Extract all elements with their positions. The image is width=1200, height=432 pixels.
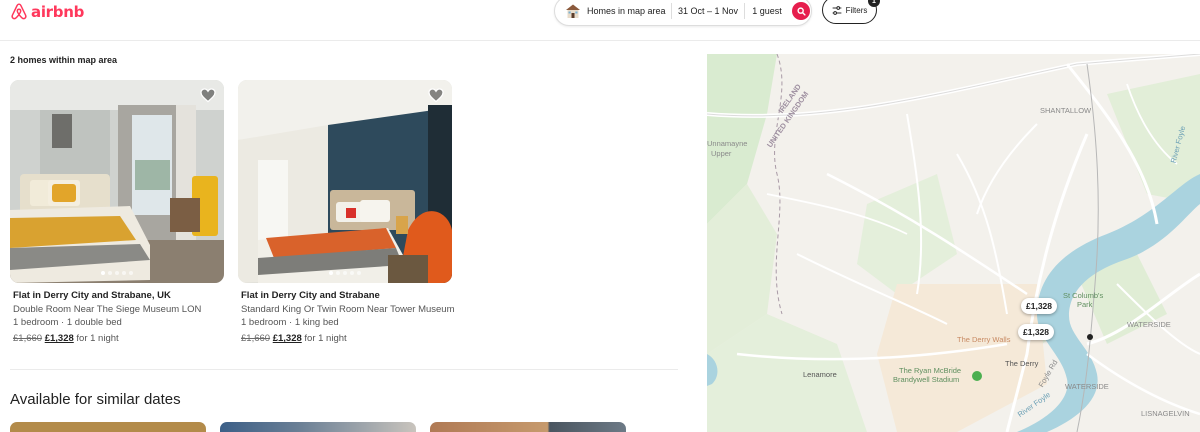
house-icon [566, 4, 580, 18]
filters-label: Filters [845, 5, 868, 15]
photo-carousel-dots[interactable] [10, 271, 224, 275]
carousel-dot[interactable] [336, 271, 340, 275]
listing-photo[interactable] [10, 80, 224, 283]
dates-text: 31 Oct – 1 Nov [677, 6, 739, 16]
listing-name: Double Room Near The Siege Museum LON [13, 304, 202, 315]
carousel-dot[interactable] [122, 271, 126, 275]
map-label-stcolumbs: St Columb's [1063, 291, 1104, 300]
map-label-lisnagelvin: LISNAGELVIN [1141, 409, 1190, 418]
map-panel[interactable]: IRELAND UNITED KINGDOM Unnamayne Upper S… [707, 54, 1200, 432]
discounted-price: £1,328 [44, 333, 74, 344]
brand-name: airbnb [31, 2, 85, 21]
carousel-dot[interactable] [115, 271, 119, 275]
similar-listing-thumbnail[interactable] [10, 422, 206, 432]
similar-listing-thumbnail[interactable] [430, 422, 626, 432]
results-count: 2 homes within map area [10, 55, 118, 65]
listing-card[interactable]: Flat in Derry City and Strabane, UK Doub… [10, 80, 224, 344]
map-label-waterside-2: WATERSIDE [1065, 382, 1109, 391]
original-price: £1,660 [241, 333, 271, 344]
similar-listing-thumbnail[interactable] [220, 422, 416, 432]
discounted-price: £1,328 [272, 333, 302, 344]
listing-beds: 1 bedroom · 1 double bed [13, 317, 122, 328]
map-label-lenamore: Lenamore [803, 370, 837, 379]
listing-price[interactable]: £1,660 £1,328 for 1 night [241, 333, 452, 344]
search-button[interactable] [792, 2, 810, 20]
location-text: Homes in map area [587, 6, 666, 16]
airbnb-logo[interactable]: airbnb [10, 2, 84, 21]
search-icon [796, 6, 806, 16]
similar-dates-heading: Available for similar dates [10, 391, 181, 408]
carousel-dot[interactable] [357, 271, 361, 275]
filters-button[interactable]: Filters 1 [822, 0, 880, 24]
sliders-icon [832, 5, 841, 15]
airbnb-logo-icon [11, 3, 27, 20]
map-label-waterside: WATERSIDE [1127, 320, 1171, 329]
map-label-derry-walls: The Derry Walls [957, 335, 1011, 344]
carousel-dot[interactable] [329, 271, 333, 275]
carousel-dot[interactable] [129, 271, 133, 275]
carousel-dot[interactable] [108, 271, 112, 275]
heart-icon[interactable] [428, 88, 444, 103]
guests-segment[interactable]: 1 guest [745, 0, 789, 25]
top-header: airbnb Homes in map area 31 Oct – 1 Nov … [0, 0, 1200, 41]
map-label-upper: Upper [711, 149, 732, 158]
listing-photo[interactable] [238, 80, 452, 283]
map-label-shantallow: SHANTALLOW [1040, 106, 1092, 115]
map-price-pin[interactable]: £1,328 [1021, 298, 1057, 314]
original-price: £1,660 [13, 333, 43, 344]
listing-name: Standard King Or Twin Room Near Tower Mu… [241, 304, 455, 315]
map-price-pin[interactable]: £1,328 [1018, 324, 1054, 340]
map-label-park: Park [1077, 300, 1093, 309]
carousel-dot[interactable] [343, 271, 347, 275]
listing-title: Flat in Derry City and Strabane [241, 290, 380, 301]
price-suffix: for 1 night [304, 333, 347, 344]
carousel-dot[interactable] [350, 271, 354, 275]
carousel-dot[interactable] [101, 271, 105, 275]
photo-carousel-dots[interactable] [238, 271, 452, 275]
listing-title: Flat in Derry City and Strabane, UK [13, 290, 171, 301]
section-divider [10, 369, 678, 370]
filters-count-badge: 1 [868, 0, 880, 7]
map-label-stadium-2: Brandywell Stadium [893, 375, 960, 384]
price-suffix: for 1 night [76, 333, 119, 344]
search-bar[interactable]: Homes in map area 31 Oct – 1 Nov 1 guest [554, 0, 812, 26]
hotel-room-photo [238, 80, 452, 283]
map-label-the-derry: The Derry [1005, 359, 1039, 368]
heart-icon[interactable] [200, 88, 216, 103]
guests-text: 1 guest [752, 6, 782, 16]
map-label-stadium-1: The Ryan McBride [899, 366, 962, 375]
location-segment[interactable]: Homes in map area [555, 0, 671, 25]
map-label-unnamayne: Unnamayne [707, 139, 748, 148]
listing-beds: 1 bedroom · 1 king bed [241, 317, 339, 328]
listing-price[interactable]: £1,660 £1,328 for 1 night [13, 333, 224, 344]
listing-card[interactable]: Flat in Derry City and Strabane Standard… [238, 80, 455, 344]
dates-segment[interactable]: 31 Oct – 1 Nov [672, 0, 744, 25]
hotel-room-photo [10, 80, 224, 283]
